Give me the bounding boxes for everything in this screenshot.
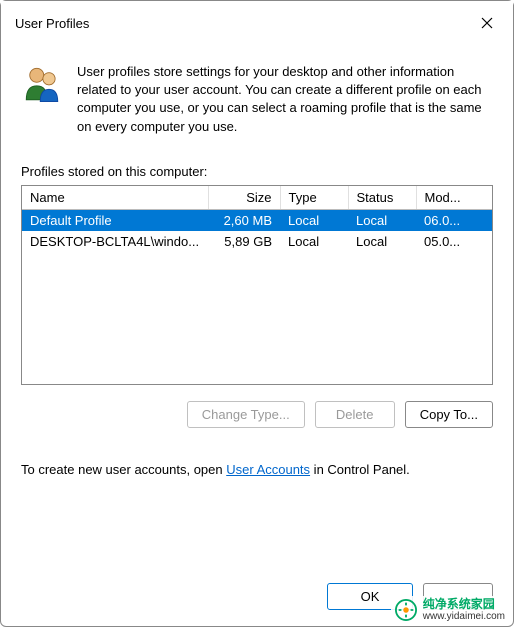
user-accounts-link[interactable]: User Accounts xyxy=(226,462,310,477)
watermark: 纯净系统家园 www.yidaimei.com xyxy=(391,596,509,624)
column-type[interactable]: Type xyxy=(280,186,348,210)
column-status[interactable]: Status xyxy=(348,186,416,210)
cell-size: 2,60 MB xyxy=(208,209,280,231)
users-icon xyxy=(21,63,63,136)
copy-to-button[interactable]: Copy To... xyxy=(405,401,493,428)
column-name[interactable]: Name xyxy=(22,186,208,210)
cell-type: Local xyxy=(280,231,348,252)
watermark-icon xyxy=(395,599,417,621)
table-row[interactable]: Default Profile 2,60 MB Local Local 06.0… xyxy=(22,209,492,231)
change-type-button: Change Type... xyxy=(187,401,305,428)
cell-name: DESKTOP-BCLTA4L\windo... xyxy=(22,231,208,252)
intro-text: User profiles store settings for your de… xyxy=(77,63,493,136)
footer-help: To create new user accounts, open User A… xyxy=(21,462,493,477)
close-icon xyxy=(481,17,493,29)
cell-size: 5,89 GB xyxy=(208,231,280,252)
cell-status: Local xyxy=(348,209,416,231)
table-row[interactable]: DESKTOP-BCLTA4L\windo... 5,89 GB Local L… xyxy=(22,231,492,252)
cell-type: Local xyxy=(280,209,348,231)
column-size[interactable]: Size xyxy=(208,186,280,210)
watermark-text-cn: 纯净系统家园 xyxy=(423,598,505,611)
cell-modified: 06.0... xyxy=(416,209,492,231)
delete-button: Delete xyxy=(315,401,395,428)
close-button[interactable] xyxy=(475,11,499,35)
cell-modified: 05.0... xyxy=(416,231,492,252)
cell-status: Local xyxy=(348,231,416,252)
column-modified[interactable]: Mod... xyxy=(416,186,492,210)
profiles-table[interactable]: Name Size Type Status Mod... Default Pro… xyxy=(21,185,493,385)
cell-name: Default Profile xyxy=(22,209,208,231)
profiles-label: Profiles stored on this computer: xyxy=(21,164,493,179)
dialog-title: User Profiles xyxy=(15,16,89,31)
watermark-text-url: www.yidaimei.com xyxy=(423,611,505,622)
